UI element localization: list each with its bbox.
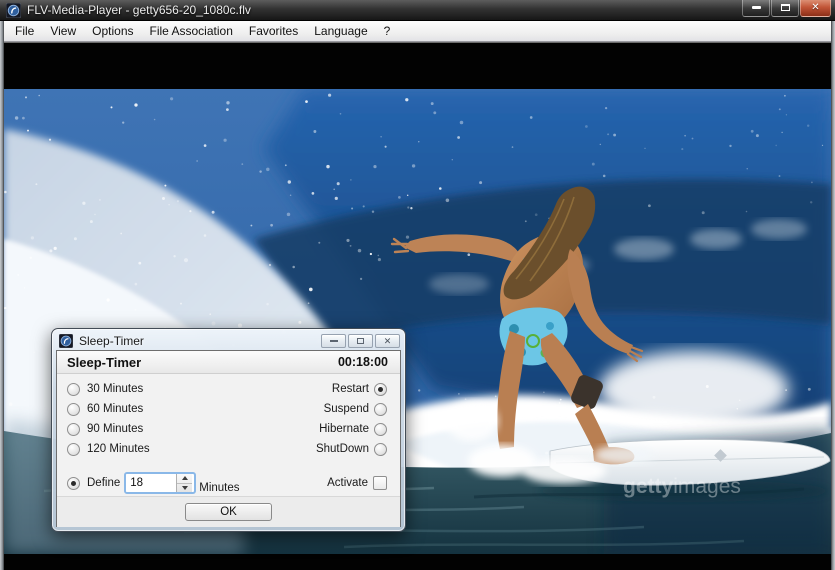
timer-row-3: 90 Minutes Hibernate	[57, 419, 400, 439]
app-logo-icon	[6, 2, 21, 18]
chevron-up-icon	[181, 476, 188, 481]
dialog-footer: OK	[57, 496, 400, 527]
maximize-button[interactable]	[771, 0, 799, 17]
menu-help[interactable]: ?	[376, 22, 399, 40]
menu-favorites[interactable]: Favorites	[241, 22, 306, 40]
dialog-title: Sleep-Timer	[79, 334, 144, 348]
option-90-minutes[interactable]: 90 Minutes	[67, 422, 144, 436]
dialog-close-icon: ✕	[383, 335, 392, 346]
menu-language[interactable]: Language	[306, 22, 375, 40]
dialog-minimize-icon	[329, 340, 338, 342]
menu-file[interactable]: File	[7, 22, 42, 40]
option-shutdown[interactable]: ShutDown	[315, 442, 387, 456]
chevron-down-icon	[181, 485, 188, 490]
close-button[interactable]: ✕	[800, 0, 831, 17]
radio-restart[interactable]	[374, 382, 387, 396]
radio-suspend[interactable]	[374, 402, 387, 416]
define-row: Define Minutes Activate	[57, 470, 400, 496]
menu-bar: File View Options File Association Favor…	[3, 21, 832, 42]
option-30-minutes[interactable]: 30 Minutes	[67, 382, 144, 396]
menu-file-association[interactable]: File Association	[142, 22, 241, 40]
maximize-icon	[780, 4, 790, 11]
radio-define[interactable]	[67, 476, 80, 490]
label-shutdown: ShutDown	[315, 443, 369, 455]
label-hibernate: Hibernate	[319, 423, 369, 435]
label-suspend: Suspend	[323, 403, 369, 415]
label-activate: Activate	[327, 477, 368, 489]
label-90-minutes: 90 Minutes	[87, 423, 144, 435]
option-restart[interactable]: Restart	[331, 382, 387, 396]
dialog-caption-buttons: ✕	[319, 334, 400, 348]
label-60-minutes: 60 Minutes	[87, 403, 144, 415]
radio-120-minutes[interactable]	[67, 442, 80, 456]
menu-options[interactable]: Options	[84, 22, 141, 40]
watermark: gettyimages	[623, 475, 741, 498]
dialog-minimize-button[interactable]	[321, 334, 346, 348]
menu-view[interactable]: View	[42, 22, 84, 40]
radio-60-minutes[interactable]	[67, 402, 80, 416]
countdown-timer: 00:18:00	[337, 355, 388, 369]
dialog-restore-button[interactable]	[348, 334, 373, 348]
minimize-button[interactable]	[742, 0, 770, 17]
radio-hibernate[interactable]	[374, 422, 387, 436]
window-frame-right	[831, 21, 835, 570]
minutes-spinner	[124, 472, 197, 494]
activate-checkbox[interactable]	[373, 476, 387, 490]
dialog-client-area: Sleep-Timer 00:18:00 30 Minutes Restart	[56, 350, 401, 527]
close-icon: ✕	[811, 1, 820, 13]
sleep-timer-dialog: Sleep-Timer ✕ Sleep-Timer 00:18:00 30 Mi…	[51, 328, 406, 532]
label-restart: Restart	[331, 383, 369, 395]
radio-30-minutes[interactable]	[67, 382, 80, 396]
dialog-close-button[interactable]: ✕	[375, 334, 400, 348]
spinner-buttons	[176, 474, 193, 493]
activate-option[interactable]: Activate	[320, 476, 387, 490]
minutes-input[interactable]	[126, 474, 177, 492]
flv-media-player-window: FLV-Media-Player - getty656-20_1080c.flv…	[0, 0, 835, 570]
timer-row-4: 120 Minutes ShutDown	[57, 439, 400, 459]
minimize-icon	[751, 6, 761, 9]
dialog-app-icon	[59, 334, 73, 348]
label-define: Define	[87, 477, 121, 489]
window-frame-left	[0, 21, 4, 570]
dialog-restore-icon	[357, 338, 364, 344]
spinner-up-button[interactable]	[177, 474, 192, 483]
dialog-titlebar[interactable]: Sleep-Timer ✕	[52, 329, 405, 350]
window-caption-buttons: ✕	[741, 0, 831, 21]
label-minutes-unit: Minutes	[199, 481, 240, 494]
window-titlebar: FLV-Media-Player - getty656-20_1080c.flv…	[0, 0, 835, 21]
label-30-minutes: 30 Minutes	[87, 383, 144, 395]
label-120-minutes: 120 Minutes	[87, 443, 150, 455]
dialog-header: Sleep-Timer 00:18:00	[57, 351, 400, 374]
radio-90-minutes[interactable]	[67, 422, 80, 436]
option-120-minutes[interactable]: 120 Minutes	[67, 442, 150, 456]
option-suspend[interactable]: Suspend	[323, 402, 387, 416]
radio-shutdown[interactable]	[374, 442, 387, 456]
option-hibernate[interactable]: Hibernate	[319, 422, 387, 436]
dialog-header-label: Sleep-Timer	[67, 354, 142, 370]
spinner-down-button[interactable]	[177, 482, 193, 493]
window-title: FLV-Media-Player - getty656-20_1080c.flv	[27, 3, 251, 17]
option-60-minutes[interactable]: 60 Minutes	[67, 402, 144, 416]
timer-row-1: 30 Minutes Restart	[57, 379, 400, 399]
dialog-body: 30 Minutes Restart 60 Minutes Suspend 90…	[57, 374, 400, 496]
timer-row-2: 60 Minutes Suspend	[57, 399, 400, 419]
ok-button[interactable]: OK	[185, 503, 272, 521]
